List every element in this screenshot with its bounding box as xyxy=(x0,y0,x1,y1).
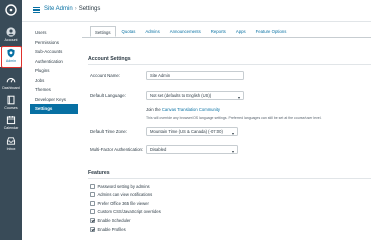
tab-announcements[interactable]: Announcements xyxy=(166,26,205,37)
subnav-item-users[interactable]: Users xyxy=(30,28,78,38)
subnav-item-sub-accounts[interactable]: Sub-Accounts xyxy=(30,47,78,57)
default-language-value: Not set (defaults to English (US)) xyxy=(150,93,212,98)
feature-enable-scheduler[interactable]: Enable Scheduler xyxy=(90,217,131,224)
default-time-zone-label: Default Time Zone: xyxy=(90,129,128,134)
global-nav: Account Admin Dashboard Courses Calendar xyxy=(0,0,22,240)
breadcrumb-separator: › xyxy=(74,6,77,12)
checkbox[interactable] xyxy=(90,184,95,189)
default-time-zone-value: Mountain Time (US & Canada) (-07:00) xyxy=(150,129,223,134)
subnav-item-authentication[interactable]: Authentication xyxy=(30,57,78,67)
section-divider xyxy=(88,178,371,179)
feature-custom-css-js[interactable]: Custom CSS/JavaScript overrides xyxy=(90,208,161,215)
default-time-zone-select[interactable]: Mountain Time (US & Canada) (-07:00) ▾ xyxy=(146,127,238,136)
page-header: Site Admin › Settings xyxy=(22,0,371,22)
subnav-item-permissions[interactable]: Permissions xyxy=(30,38,78,48)
features-title: Features xyxy=(88,170,110,176)
global-nav-inbox[interactable]: Inbox xyxy=(0,135,22,155)
feature-label: Custom CSS/JavaScript overrides xyxy=(97,209,161,214)
mfa-label: Multi-Factor Authentication: xyxy=(90,147,144,152)
subnav-item-themes[interactable]: Themes xyxy=(30,85,78,95)
global-nav-calendar-label: Calendar xyxy=(3,126,19,130)
feature-label: Enable Profiles xyxy=(97,227,126,232)
feature-enable-profiles[interactable]: Enable Profiles xyxy=(90,226,126,233)
feature-admins-view-notifications[interactable]: Admins can view notifications xyxy=(90,191,152,198)
account-name-input[interactable]: Site Admin xyxy=(146,71,244,80)
global-nav-dashboard-label: Dashboard xyxy=(2,86,20,90)
feature-label: Password setting by admins xyxy=(97,184,150,189)
canvas-logo-icon[interactable] xyxy=(5,4,17,16)
subnav-item-settings[interactable]: Settings xyxy=(30,104,78,114)
user-icon xyxy=(6,27,16,37)
account-settings-title: Account Settings xyxy=(88,56,131,62)
feature-label: Enable Scheduler xyxy=(97,218,131,223)
dashboard-icon xyxy=(6,77,16,83)
translation-community-note: Join the Canvas Translation Community xyxy=(146,107,220,112)
checkbox-checked[interactable] xyxy=(90,227,95,232)
tab-reports[interactable]: Reports xyxy=(207,26,230,37)
default-language-label: Default Language: xyxy=(90,93,126,98)
hamburger-menu-icon[interactable] xyxy=(33,7,40,13)
tab-divider xyxy=(82,37,371,38)
feature-label: Admins can view notifications xyxy=(97,192,153,197)
checkbox[interactable] xyxy=(90,192,95,197)
calendar-icon xyxy=(6,116,16,125)
language-hint: This will override any browser/OS langua… xyxy=(146,116,322,120)
subnav-item-plugins[interactable]: Plugins xyxy=(30,66,78,76)
checkbox[interactable] xyxy=(90,209,95,214)
global-nav-courses[interactable]: Courses xyxy=(0,94,22,114)
mfa-value: Disabled xyxy=(150,147,167,152)
chevron-down-icon: ▾ xyxy=(231,131,234,136)
default-language-select[interactable]: Not set (defaults to English (US)) ▾ xyxy=(146,91,244,100)
global-nav-dashboard[interactable]: Dashboard xyxy=(0,74,22,94)
subnav-item-developer-keys[interactable]: Developer Keys xyxy=(30,95,78,105)
tab-feature-options[interactable]: Feature Options xyxy=(252,26,291,37)
tab-quotas[interactable]: Quotas xyxy=(118,26,140,37)
account-subnav: Users Permissions Sub-Accounts Authentic… xyxy=(30,28,78,114)
section-divider xyxy=(88,64,371,65)
inbox-icon xyxy=(6,137,16,145)
canvas-translation-community-link[interactable]: Canvas Translation Community xyxy=(162,107,220,112)
breadcrumb: Site Admin › Settings xyxy=(44,6,100,12)
feature-password-setting[interactable]: Password setting by admins xyxy=(90,183,150,190)
checkbox-checked[interactable] xyxy=(90,218,95,223)
global-nav-courses-label: Courses xyxy=(4,106,18,110)
tab-apps[interactable]: Apps xyxy=(232,26,250,37)
chevron-down-icon: ▾ xyxy=(231,149,234,154)
account-name-label: Account Name: xyxy=(90,73,121,78)
join-prefix: Join the xyxy=(146,107,161,112)
checkbox[interactable] xyxy=(90,201,95,206)
global-nav-account[interactable]: Account xyxy=(0,26,22,46)
mfa-select[interactable]: Disabled ▾ xyxy=(146,145,238,154)
chevron-down-icon: ▾ xyxy=(237,95,240,100)
book-icon xyxy=(7,95,15,105)
global-nav-inbox-label: Inbox xyxy=(6,147,16,151)
admin-highlight-box xyxy=(1,46,22,68)
global-nav-account-label: Account xyxy=(4,38,18,42)
subnav-item-jobs[interactable]: Jobs xyxy=(30,76,78,86)
feature-label: Prefer Office 365 file viewer xyxy=(97,201,149,206)
breadcrumb-current: Settings xyxy=(78,6,101,12)
global-nav-calendar[interactable]: Calendar xyxy=(0,114,22,134)
breadcrumb-account-link[interactable]: Site Admin xyxy=(44,6,73,12)
tab-settings[interactable]: Settings xyxy=(90,26,116,37)
tab-admins[interactable]: Admins xyxy=(141,26,163,37)
feature-prefer-office-365[interactable]: Prefer Office 365 file viewer xyxy=(90,200,149,207)
